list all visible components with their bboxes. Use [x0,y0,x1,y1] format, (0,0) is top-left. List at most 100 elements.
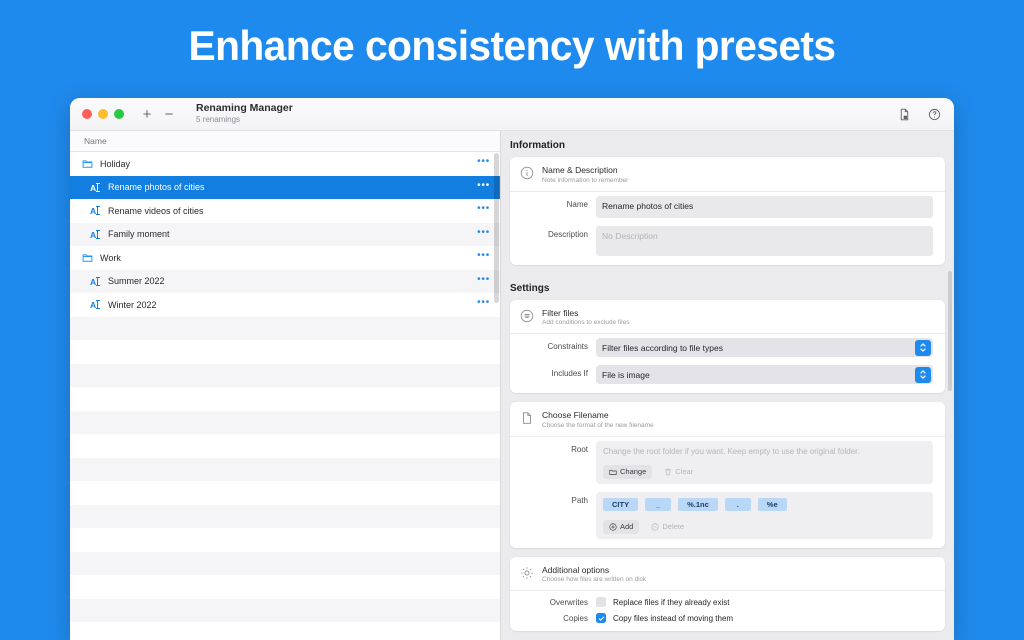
card-subtitle: Add conditions to exclude files [542,319,629,326]
folder-row[interactable]: Holiday••• [70,152,500,176]
copies-row: Copies Copy files instead of moving them [510,610,945,631]
add-token-button[interactable]: Add [603,520,639,534]
empty-list-row [70,434,500,458]
text-cursor-icon: A [90,205,108,216]
window-body: Name Holiday•••ARename photos of cities•… [70,131,954,640]
row-menu-button[interactable]: ••• [477,277,490,286]
path-token-list[interactable]: CITY _ %.1nc. %e [603,498,926,511]
page-headline: Enhance consistency with presets [15,22,1008,70]
row-menu-button[interactable]: ••• [477,253,490,262]
choose-filename-card: Choose Filename Choose the format of the… [510,402,945,548]
renaming-row[interactable]: ARename videos of cities••• [70,199,500,223]
path-label: Path [520,492,596,505]
empty-list-row [70,481,500,505]
checkmark-icon [598,615,605,622]
minimize-button[interactable] [98,109,108,119]
constraints-row: Constraints Filter files according to fi… [510,334,945,361]
maximize-button[interactable] [114,109,124,119]
empty-list-row [70,599,500,623]
row-label: Winter 2022 [108,300,477,310]
filter-files-card: Filter files Add conditions to exclude f… [510,300,945,394]
folder-icon [82,158,93,169]
add-renaming-button[interactable]: + [138,105,156,123]
root-label: Root [520,441,596,454]
additional-options-card: Additional options Choose how files are … [510,557,945,632]
description-field-label: Description [520,226,596,239]
card-subtitle: Choose the format of the new filename [542,422,654,429]
window-subtitle: 5 renamings [196,116,293,125]
empty-list-row [70,575,500,599]
information-section-title: Information [501,131,954,157]
empty-list-row [70,411,500,435]
includes-label: Includes If [520,365,596,378]
titlebar-actions [896,98,942,130]
copies-checkbox[interactable] [596,613,606,623]
name-input[interactable]: Rename photos of cities [596,196,933,218]
includes-select[interactable]: File is image [596,365,933,384]
root-field[interactable]: Change the root folder if you want. Keep… [596,441,933,484]
name-description-titles: Name & Description Note information to r… [542,165,628,184]
card-title: Additional options [542,565,646,575]
filter-files-header: Filter files Add conditions to exclude f… [510,300,945,335]
chevron-updown-icon[interactable] [915,367,931,383]
path-token[interactable]: %.1nc [678,498,718,511]
text-cursor-icon: A [90,299,108,310]
document-icon [520,411,534,425]
additional-options-header: Additional options Choose how files are … [510,557,945,592]
copies-label: Copies [520,614,596,623]
overwrites-checkbox[interactable] [596,597,606,607]
clear-root-button[interactable]: Clear [658,465,699,479]
row-menu-button[interactable]: ••• [477,206,490,215]
path-token[interactable]: _ [645,498,671,511]
overwrites-label: Overwrites [520,598,596,607]
trash-icon [664,468,672,476]
help-circle-icon[interactable] [926,106,942,122]
description-input[interactable]: No Description [596,226,933,256]
path-token[interactable]: CITY [603,498,638,511]
row-menu-button[interactable]: ••• [477,183,490,192]
row-label: Rename photos of cities [108,182,477,192]
constraints-label: Constraints [520,338,596,351]
detail-scrollbar-thumb[interactable] [948,271,952,391]
path-field[interactable]: CITY _ %.1nc. %e Add [596,492,933,539]
change-root-button[interactable]: Change [603,465,652,479]
settings-section-title: Settings [501,274,954,300]
chevron-updown-icon[interactable] [915,340,931,356]
folder-row[interactable]: Work••• [70,246,500,270]
text-cursor-icon: A [90,229,108,240]
renaming-row[interactable]: AFamily moment••• [70,223,500,247]
gear-icon [520,566,534,580]
delete-token-label: Delete [662,522,684,531]
close-button[interactable] [82,109,92,119]
name-field-label: Name [520,196,596,209]
row-menu-button[interactable]: ••• [477,230,490,239]
row-label: Holiday [100,159,477,169]
row-menu-button[interactable]: ••• [477,159,490,168]
constraints-select[interactable]: Filter files according to file types [596,338,933,357]
minus-circle-icon [651,523,659,531]
row-label: Work [100,253,477,263]
document-preview-icon[interactable] [896,106,912,122]
includes-row: Includes If File is image [510,361,945,393]
copies-text: Copy files instead of moving them [613,614,733,623]
path-token[interactable]: . [725,498,751,511]
sidebar-scrollbar[interactable] [494,153,499,640]
empty-list-row [70,340,500,364]
sidebar-scrollbar-thumb[interactable] [494,153,499,303]
card-title: Choose Filename [542,410,654,420]
renaming-row[interactable]: AWinter 2022••• [70,293,500,317]
renaming-row[interactable]: ARename photos of cities••• [70,176,500,200]
path-token[interactable]: %e [758,498,787,511]
folder-icon [82,252,100,263]
name-field-row: Name Rename photos of cities [510,192,945,222]
renaming-row[interactable]: ASummer 2022••• [70,270,500,294]
includes-value: File is image [602,370,650,380]
remove-renaming-button[interactable]: − [160,105,178,123]
delete-token-button[interactable]: Delete [645,520,690,534]
row-menu-button[interactable]: ••• [477,300,490,309]
card-subtitle: Note information to remember [542,177,628,184]
renamings-list[interactable]: Holiday•••ARename photos of cities•••ARe… [70,152,500,640]
empty-list-row [70,528,500,552]
change-root-label: Change [620,467,646,476]
card-title: Name & Description [542,165,628,175]
